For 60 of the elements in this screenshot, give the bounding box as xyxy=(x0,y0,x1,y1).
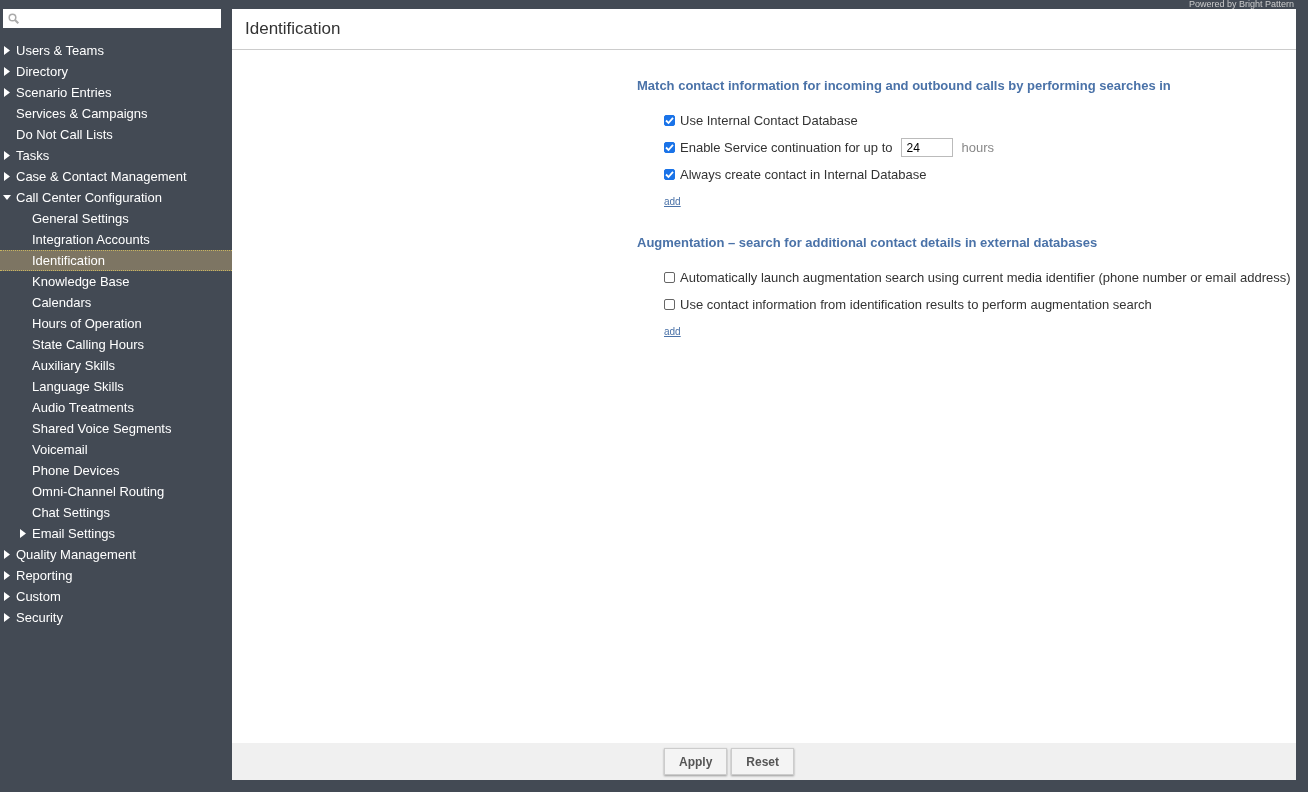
checkbox[interactable] xyxy=(664,272,675,283)
sidebar-item[interactable]: Email Settings xyxy=(0,523,232,544)
collapsed-arrow-icon xyxy=(3,151,11,160)
sidebar-item[interactable]: Custom xyxy=(0,586,232,607)
collapsed-arrow-icon xyxy=(3,172,11,181)
sidebar-item[interactable]: Services & Campaigns xyxy=(0,103,232,124)
sidebar-item[interactable]: General Settings xyxy=(0,208,232,229)
collapsed-arrow-icon xyxy=(3,67,11,76)
sidebar-item[interactable]: Quality Management xyxy=(0,544,232,565)
add-link[interactable]: add xyxy=(664,326,681,337)
sidebar-item[interactable]: Chat Settings xyxy=(0,502,232,523)
collapsed-arrow-icon xyxy=(3,550,11,559)
option-label: Use contact information from identification results to perform augmentation search xyxy=(680,297,1152,312)
page-title: Identification xyxy=(232,9,1296,50)
checkbox[interactable] xyxy=(664,169,675,180)
sidebar-item[interactable]: Audio Treatments xyxy=(0,397,232,418)
add-link[interactable]: add xyxy=(664,196,681,207)
sidebar-item[interactable]: Tasks xyxy=(0,145,232,166)
reset-button[interactable]: Reset xyxy=(731,748,794,775)
sidebar-item[interactable]: Do Not Call Lists xyxy=(0,124,232,145)
sidebar-item[interactable]: Omni-Channel Routing xyxy=(0,481,232,502)
search-icon xyxy=(8,13,19,24)
checkbox[interactable] xyxy=(664,142,675,153)
section-heading: Match contact information for incoming and outbound calls by performing searches in xyxy=(637,78,1172,93)
sidebar-item[interactable]: Language Skills xyxy=(0,376,232,397)
option-label: Enable Service continuation for up to xyxy=(680,140,893,155)
option-label: Always create contact in Internal Database xyxy=(680,167,927,182)
checkbox[interactable] xyxy=(664,115,675,126)
collapsed-arrow-icon xyxy=(3,46,11,55)
sidebar-item[interactable]: Phone Devices xyxy=(0,460,232,481)
brand-text: Powered by Bright Pattern xyxy=(1187,0,1295,9)
sidebar-item[interactable]: Case & Contact Management xyxy=(0,166,232,187)
collapsed-arrow-icon xyxy=(3,88,11,97)
collapsed-arrow-icon xyxy=(3,571,11,580)
collapsed-arrow-icon xyxy=(3,592,11,601)
collapsed-arrow-icon xyxy=(19,529,27,538)
collapsed-arrow-icon xyxy=(3,613,11,622)
sidebar-item[interactable]: Auxiliary Skills xyxy=(0,355,232,376)
sidebar-item[interactable]: Hours of Operation xyxy=(0,313,232,334)
sidebar-item[interactable]: Knowledge Base xyxy=(0,271,232,292)
sidebar-item[interactable]: Shared Voice Segments xyxy=(0,418,232,439)
sidebar-item[interactable]: Security xyxy=(0,607,232,628)
checkbox[interactable] xyxy=(664,299,675,310)
expanded-arrow-icon xyxy=(3,193,11,202)
sidebar-item[interactable]: Voicemail xyxy=(0,439,232,460)
unit-label: hours xyxy=(961,140,994,155)
sidebar-item[interactable]: Integration Accounts xyxy=(0,229,232,250)
sidebar-item[interactable]: Scenario Entries xyxy=(0,82,232,103)
option-label: Use Internal Contact Database xyxy=(680,113,858,128)
sidebar-item[interactable]: Call Center Configuration xyxy=(0,187,232,208)
apply-button[interactable]: Apply xyxy=(664,748,728,775)
sidebar-item[interactable]: Directory xyxy=(0,61,232,82)
sidebar-item[interactable]: Users & Teams xyxy=(0,40,232,61)
sidebar-item[interactable]: Reporting xyxy=(0,565,232,586)
hours-input[interactable]: 24 xyxy=(901,138,954,157)
section-heading: Augmentation – search for additional contact details in external databases xyxy=(637,235,1099,250)
option-label: Automatically launch augmentation search using current media identifier (phone number or email address) xyxy=(680,270,1291,285)
sidebar-item[interactable]: Calendars xyxy=(0,292,232,313)
sidebar-item[interactable]: Identification xyxy=(0,250,232,271)
sidebar-item[interactable]: State Calling Hours xyxy=(0,334,232,355)
